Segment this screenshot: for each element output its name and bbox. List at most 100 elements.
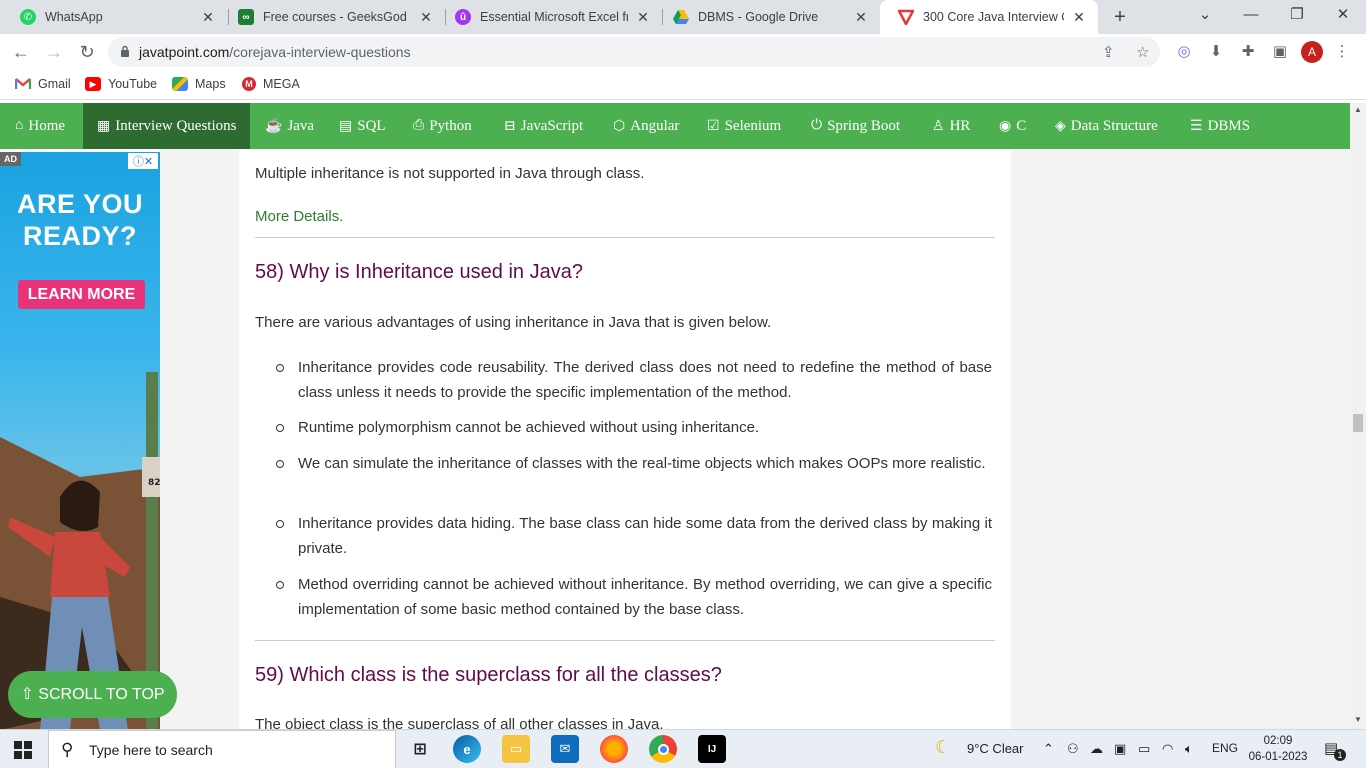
mail-icon[interactable]: ✉ <box>551 735 579 763</box>
close-tab-icon[interactable]: ✕ <box>634 9 652 26</box>
scroll-to-top-button[interactable]: ⇧ SCROLL TO TOP <box>8 671 177 718</box>
advertisement-banner[interactable]: AD ⓘ✕ ARE YOU READY? LEARN MORE 82 <box>0 152 160 730</box>
profile-avatar[interactable]: A <box>1301 41 1323 63</box>
tab-title: 300 Core Java Interview Que <box>923 10 1064 24</box>
more-details-link[interactable]: More Details. <box>255 208 343 225</box>
nav-sql[interactable]: ▤ SQL <box>339 103 386 149</box>
tab-whatsapp[interactable]: ✆ WhatsApp ✕ <box>2 0 227 34</box>
home-icon: ⌂ <box>15 118 24 133</box>
reload-button[interactable]: ↻ <box>75 40 99 64</box>
chrome-icon[interactable] <box>649 735 677 763</box>
bookmark-gmail[interactable]: Gmail <box>15 77 71 91</box>
nav-java[interactable]: ☕ Java <box>265 103 314 149</box>
share-icon[interactable]: ⇪ <box>1102 43 1115 61</box>
nav-data-structure[interactable]: ◈ Data Structure <box>1055 103 1158 149</box>
nav-dbms[interactable]: ☰ DBMS <box>1190 103 1250 149</box>
wifi-icon[interactable]: ◠ <box>1162 741 1173 757</box>
ad-learn-more-button[interactable]: LEARN MORE <box>18 280 145 309</box>
new-tab-button[interactable]: + <box>1108 5 1132 29</box>
bookmark-label: MEGA <box>263 77 300 91</box>
bookmark-star-icon[interactable]: ☆ <box>1136 43 1149 61</box>
edge-icon[interactable]: e <box>453 735 481 763</box>
whatsapp-icon: ✆ <box>20 9 36 25</box>
nav-interview-questions[interactable]: ▦ Interview Questions <box>83 103 251 149</box>
bullet-icon <box>276 364 284 372</box>
firefox-icon[interactable] <box>600 735 628 763</box>
tray-device-icon[interactable]: ⚇ <box>1067 741 1079 757</box>
tray-app-icon[interactable]: ▣ <box>1114 741 1126 757</box>
extension-icon[interactable]: ◎ <box>1174 42 1194 60</box>
weather-text[interactable]: 9°C Clear <box>967 741 1024 756</box>
left-gutter <box>160 149 239 729</box>
tab-javatpoint-active[interactable]: 300 Core Java Interview Que ✕ <box>880 0 1098 34</box>
side-panel-icon[interactable]: ▣ <box>1270 42 1290 60</box>
question-58-intro: There are various advantages of using in… <box>255 314 772 331</box>
nav-home[interactable]: ⌂ Home <box>15 103 65 149</box>
nav-hr[interactable]: ♙ HR <box>932 103 970 149</box>
question-59-title: 59) Which class is the superclass for al… <box>255 664 722 686</box>
nav-python[interactable]: ⎙ Python <box>413 103 472 149</box>
nav-c[interactable]: ◉ C <box>999 103 1026 149</box>
dbms-icon: ☰ <box>1190 118 1203 134</box>
search-icon: ⚲ <box>61 740 74 759</box>
nav-spring-boot[interactable]: ⏻ Spring Boot <box>811 103 900 149</box>
onedrive-cloud-icon[interactable]: ☁ <box>1090 741 1103 757</box>
scroll-down-arrow-icon[interactable]: ▼ <box>1354 715 1362 724</box>
bullet-icon <box>276 460 284 468</box>
site-navigation: ⌂ Home ▦ Interview Questions ☕ Java ▤ SQL ⎙ P… <box>0 103 1350 149</box>
battery-icon[interactable]: ▭ <box>1138 741 1150 757</box>
interview-icon: ▦ <box>97 118 111 134</box>
udemy-icon: û <box>455 9 471 25</box>
bookmark-youtube[interactable]: ▶ YouTube <box>85 77 157 91</box>
page-scrollbar[interactable]: ▲ ▼ <box>1350 103 1366 729</box>
scroll-up-arrow-icon[interactable]: ▲ <box>1354 105 1362 114</box>
tab-google-drive[interactable]: DBMS - Google Drive ✕ <box>655 0 880 34</box>
intellij-icon[interactable]: IJ <box>698 735 726 763</box>
tab-title: Free courses - GeeksGod <box>263 10 407 24</box>
url-path: /corejava-interview-questions <box>229 44 411 60</box>
weather-moon-icon: ☾ <box>935 737 952 757</box>
bullet-icon <box>276 581 284 589</box>
address-bar[interactable]: javatpoint.com/corejava-interview-questi… <box>108 37 1160 67</box>
windows-start-icon[interactable] <box>14 741 32 759</box>
tab-search-chevron-icon[interactable]: ⌄ <box>1182 0 1228 34</box>
url-domain: javatpoint.com <box>139 44 230 60</box>
back-button[interactable]: ← <box>9 40 33 64</box>
close-tab-icon[interactable]: ✕ <box>852 9 870 26</box>
close-window-button[interactable]: ✕ <box>1320 0 1366 34</box>
hr-icon: ♙ <box>932 118 945 134</box>
drive-icon <box>673 9 689 25</box>
selenium-icon: ☑ <box>707 118 720 134</box>
article-content: Multiple inheritance is not supported in… <box>239 149 1011 729</box>
system-clock[interactable]: 02:09 06-01-2023 <box>1246 733 1310 765</box>
nav-label: Selenium <box>724 117 782 134</box>
nav-angular[interactable]: ⬡ Angular <box>613 103 679 149</box>
restore-button[interactable]: ❐ <box>1274 0 1320 34</box>
scrollbar-thumb[interactable] <box>1353 414 1363 432</box>
tab-udemy[interactable]: û Essential Microsoft Excel from ✕ <box>437 0 662 34</box>
task-view-icon[interactable]: ⊞ <box>406 735 434 763</box>
taskbar-search-box[interactable]: ⚲ Type here to search <box>48 730 396 768</box>
ad-choices-close-icon[interactable]: ⓘ✕ <box>128 153 158 169</box>
javatpoint-icon <box>898 9 914 25</box>
nav-selenium[interactable]: ☑ Selenium <box>707 103 781 149</box>
download-icon[interactable]: ⬇ <box>1206 42 1226 60</box>
bookmark-maps[interactable]: Maps <box>172 77 226 91</box>
bookmark-label: Maps <box>195 77 226 91</box>
c-icon: ◉ <box>999 118 1012 134</box>
bookmark-mega[interactable]: M MEGA <box>242 77 300 91</box>
forward-button[interactable]: → <box>42 40 66 64</box>
lock-icon <box>121 45 129 57</box>
menu-kebab-icon[interactable]: ⋮ <box>1332 42 1352 60</box>
close-tab-icon[interactable]: ✕ <box>417 9 435 26</box>
nav-javascript[interactable]: ⊟ JavaScript <box>504 103 583 149</box>
language-indicator[interactable]: ENG <box>1212 741 1238 755</box>
tab-geeksgod[interactable]: ∞ Free courses - GeeksGod ✕ <box>220 0 445 34</box>
tray-chevron-up-icon[interactable]: ⌃ <box>1043 741 1054 757</box>
minimize-button[interactable]: — <box>1228 0 1274 34</box>
close-tab-icon[interactable]: ✕ <box>199 9 217 26</box>
file-explorer-icon[interactable]: ▭ <box>502 735 530 763</box>
puzzle-extensions-icon[interactable]: ✚ <box>1238 42 1258 60</box>
close-tab-icon[interactable]: ✕ <box>1070 9 1088 26</box>
volume-icon[interactable]: 🔈︎ <box>1185 741 1193 757</box>
